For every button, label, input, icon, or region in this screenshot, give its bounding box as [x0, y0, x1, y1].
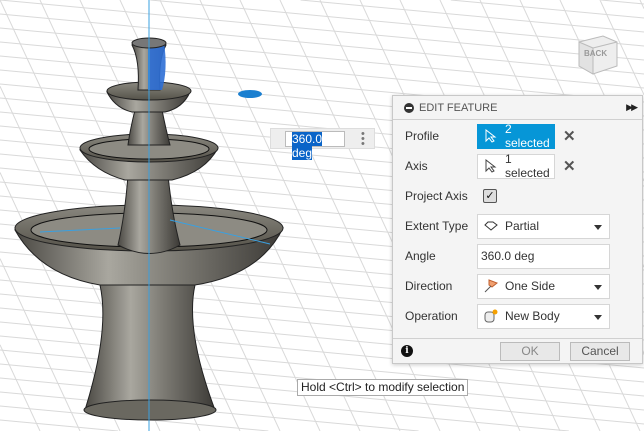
grid-line: [300, 0, 644, 33]
operation-dropdown[interactable]: New Body: [477, 303, 610, 329]
direction-dropdown[interactable]: One Side: [477, 273, 610, 299]
partial-icon: [484, 219, 498, 233]
new-body-icon: [484, 309, 498, 323]
grid-line: [601, 0, 644, 5]
edit-feature-panel: EDIT FEATURE ▶▶ Profile 2 selected ✕ Axi…: [392, 95, 643, 364]
operation-value: New Body: [505, 309, 560, 323]
grid-line: [0, 344, 41, 431]
direction-value: One Side: [505, 279, 556, 293]
direction-label: Direction: [405, 279, 453, 293]
info-icon[interactable]: i: [401, 345, 413, 357]
one-side-icon: [484, 279, 498, 293]
clear-axis-icon[interactable]: ✕: [563, 157, 576, 175]
panel-footer: i OK Cancel: [393, 338, 642, 364]
extent-type-value: Partial: [505, 219, 540, 233]
more-options-icon[interactable]: • • •: [361, 129, 365, 150]
cursor-icon: [484, 158, 498, 173]
project-axis-row: Project Axis ✓: [393, 182, 642, 210]
profile-label: Profile: [405, 129, 440, 143]
angle-input[interactable]: 360.0 deg: [477, 243, 610, 269]
clear-profile-icon[interactable]: ✕: [563, 127, 576, 145]
panel-title: EDIT FEATURE: [419, 101, 498, 114]
grid-line: [450, 0, 644, 19]
chevron-down-icon: [594, 314, 602, 320]
collapse-icon[interactable]: [404, 102, 414, 113]
extent-type-dropdown[interactable]: Partial: [477, 213, 610, 239]
extent-type-row: Extent Type Partial: [393, 212, 642, 240]
tooltip: Hold <Ctrl> to modify selection: [297, 379, 469, 396]
grid-line: [150, 0, 644, 47]
expand-icon[interactable]: ▶▶: [626, 102, 638, 113]
chevron-down-icon: [594, 224, 602, 230]
profile-select-button[interactable]: 2 selected: [477, 122, 555, 150]
cursor-icon: [484, 128, 498, 143]
viewport-angle-input[interactable]: 360.0 deg • • •: [270, 128, 375, 160]
viewcube-face-label: BACK: [584, 49, 608, 58]
direction-row: Direction One Side: [393, 272, 642, 300]
axis-select-button[interactable]: 1 selected: [477, 152, 555, 180]
profile-row: Profile 2 selected ✕: [393, 122, 642, 150]
angle-row: Angle 360.0 deg: [393, 242, 642, 270]
panel-header: EDIT FEATURE ▶▶: [393, 96, 642, 120]
ok-button[interactable]: OK: [500, 342, 560, 361]
grid-line: [0, 258, 81, 431]
viewcube[interactable]: BACK: [575, 30, 621, 76]
axis-label: Axis: [405, 159, 428, 173]
cancel-button[interactable]: Cancel: [570, 342, 630, 361]
axis-value: 1 selected: [505, 152, 550, 180]
extent-type-label: Extent Type: [405, 219, 469, 233]
angle-label: Angle: [405, 249, 436, 263]
grid-line: [0, 377, 569, 431]
axis-row: Axis 1 selected ✕: [393, 152, 642, 180]
project-axis-label: Project Axis: [405, 189, 468, 203]
chevron-down-icon: [594, 284, 602, 290]
operation-label: Operation: [405, 309, 458, 323]
axis-manipulator: [238, 90, 262, 98]
operation-row: Operation New Body: [393, 302, 642, 330]
project-axis-checkbox[interactable]: ✓: [483, 189, 497, 203]
profile-value: 2 selected: [505, 122, 550, 150]
grid-line: [0, 419, 119, 431]
